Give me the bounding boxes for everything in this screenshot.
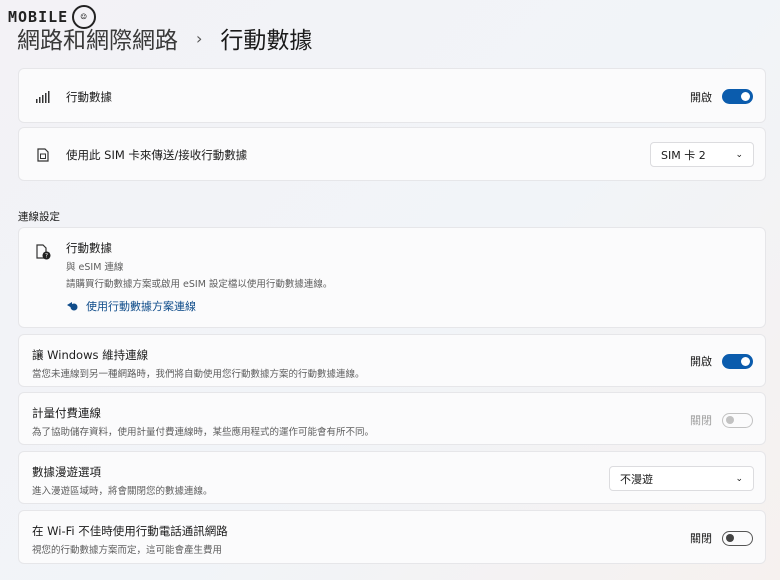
wifi-fallback-card: 在 Wi-Fi 不佳時使用行動電話通訊網路 視您的行動數據方案而定，這可能會產生…	[18, 510, 766, 564]
roaming-card: 數據漫遊選項 進入漫遊區域時，將會關閉您的數據連線。 不漫遊 ⌄	[18, 451, 766, 504]
esim-title: 行動數據	[66, 241, 112, 255]
keep-connected-description: 當您未連線到另一種網路時，我們將自動使用您行動數據方案的行動數據連線。	[32, 369, 365, 380]
roaming-label: 數據漫遊選項	[32, 465, 101, 479]
page-title: 行動數據	[220, 28, 313, 54]
chevron-right-icon: ›	[196, 28, 203, 48]
mobile-data-label: 行動數據	[66, 89, 112, 104]
section-title-connection: 連線設定	[18, 211, 60, 223]
connect-with-plan-label: 使用行動數據方案連線	[86, 300, 196, 313]
metered-card: 計量付費連線 為了協助儲存資料，使用計量付費連線時，某些應用程式的運作可能會有所…	[18, 392, 766, 445]
keep-connected-toggle-text: 開啟	[690, 355, 712, 368]
keep-connected-card: 讓 Windows 維持連線 當您未連線到另一種網路時，我們將自動使用您行動數據…	[18, 334, 766, 387]
chevron-down-icon: ⌄	[735, 473, 743, 484]
breadcrumb: 網路和網際網路 › 行動數據	[17, 22, 312, 54]
breadcrumb-parent[interactable]: 網路和網際網路	[17, 21, 178, 55]
wifi-fallback-toggle-text: 關閉	[690, 532, 712, 545]
metered-description: 為了協助儲存資料，使用計量付費連線時，某些應用程式的運作可能會有所不同。	[32, 427, 375, 438]
signal-bars-icon	[35, 89, 51, 105]
network-connect-icon	[66, 299, 78, 314]
roaming-description: 進入漫遊區域時，將會關閉您的數據連線。	[32, 486, 213, 497]
wifi-fallback-label: 在 Wi-Fi 不佳時使用行動電話通訊網路	[32, 524, 228, 538]
keep-connected-label: 讓 Windows 維持連線	[32, 348, 149, 362]
sim-card: 使用此 SIM 卡來傳送/接收行動數據 SIM 卡 2 ⌄	[18, 127, 766, 181]
sim-card-icon	[35, 147, 51, 163]
metered-label: 計量付費連線	[32, 406, 101, 420]
wifi-fallback-toggle[interactable]	[722, 530, 753, 546]
sim-label: 使用此 SIM 卡來傳送/接收行動數據	[66, 148, 248, 162]
chevron-down-icon: ⌄	[735, 149, 743, 160]
esim-card: ? 行動數據 與 eSIM 連線 請購買行動數據方案或啟用 eSIM 設定檔以使…	[18, 227, 766, 328]
mobile-data-toggle-text: 開啟	[690, 90, 712, 104]
roaming-dropdown[interactable]: 不漫遊 ⌄	[609, 466, 754, 491]
roaming-dropdown-value: 不漫遊	[620, 472, 653, 486]
esim-help-icon: ?	[35, 244, 51, 260]
svg-text:?: ?	[45, 253, 48, 260]
keep-connected-toggle[interactable]	[722, 353, 753, 369]
esim-description: 請購買行動數據方案或啟用 eSIM 設定檔以使用行動數據連線。	[66, 279, 333, 290]
metered-toggle-text: 關閉	[690, 414, 712, 427]
sim-dropdown[interactable]: SIM 卡 2 ⌄	[650, 142, 754, 167]
esim-subtitle: 與 eSIM 連線	[66, 262, 124, 273]
sim-dropdown-value: SIM 卡 2	[661, 148, 706, 162]
mobile-data-toggle[interactable]	[722, 89, 753, 104]
wifi-fallback-description: 視您的行動數據方案而定，這可能會產生費用	[32, 545, 223, 556]
metered-toggle[interactable]	[722, 412, 753, 428]
mobile-data-card: 行動數據 開啟	[18, 68, 766, 123]
connect-with-plan-link[interactable]: 使用行動數據方案連線	[66, 298, 196, 314]
